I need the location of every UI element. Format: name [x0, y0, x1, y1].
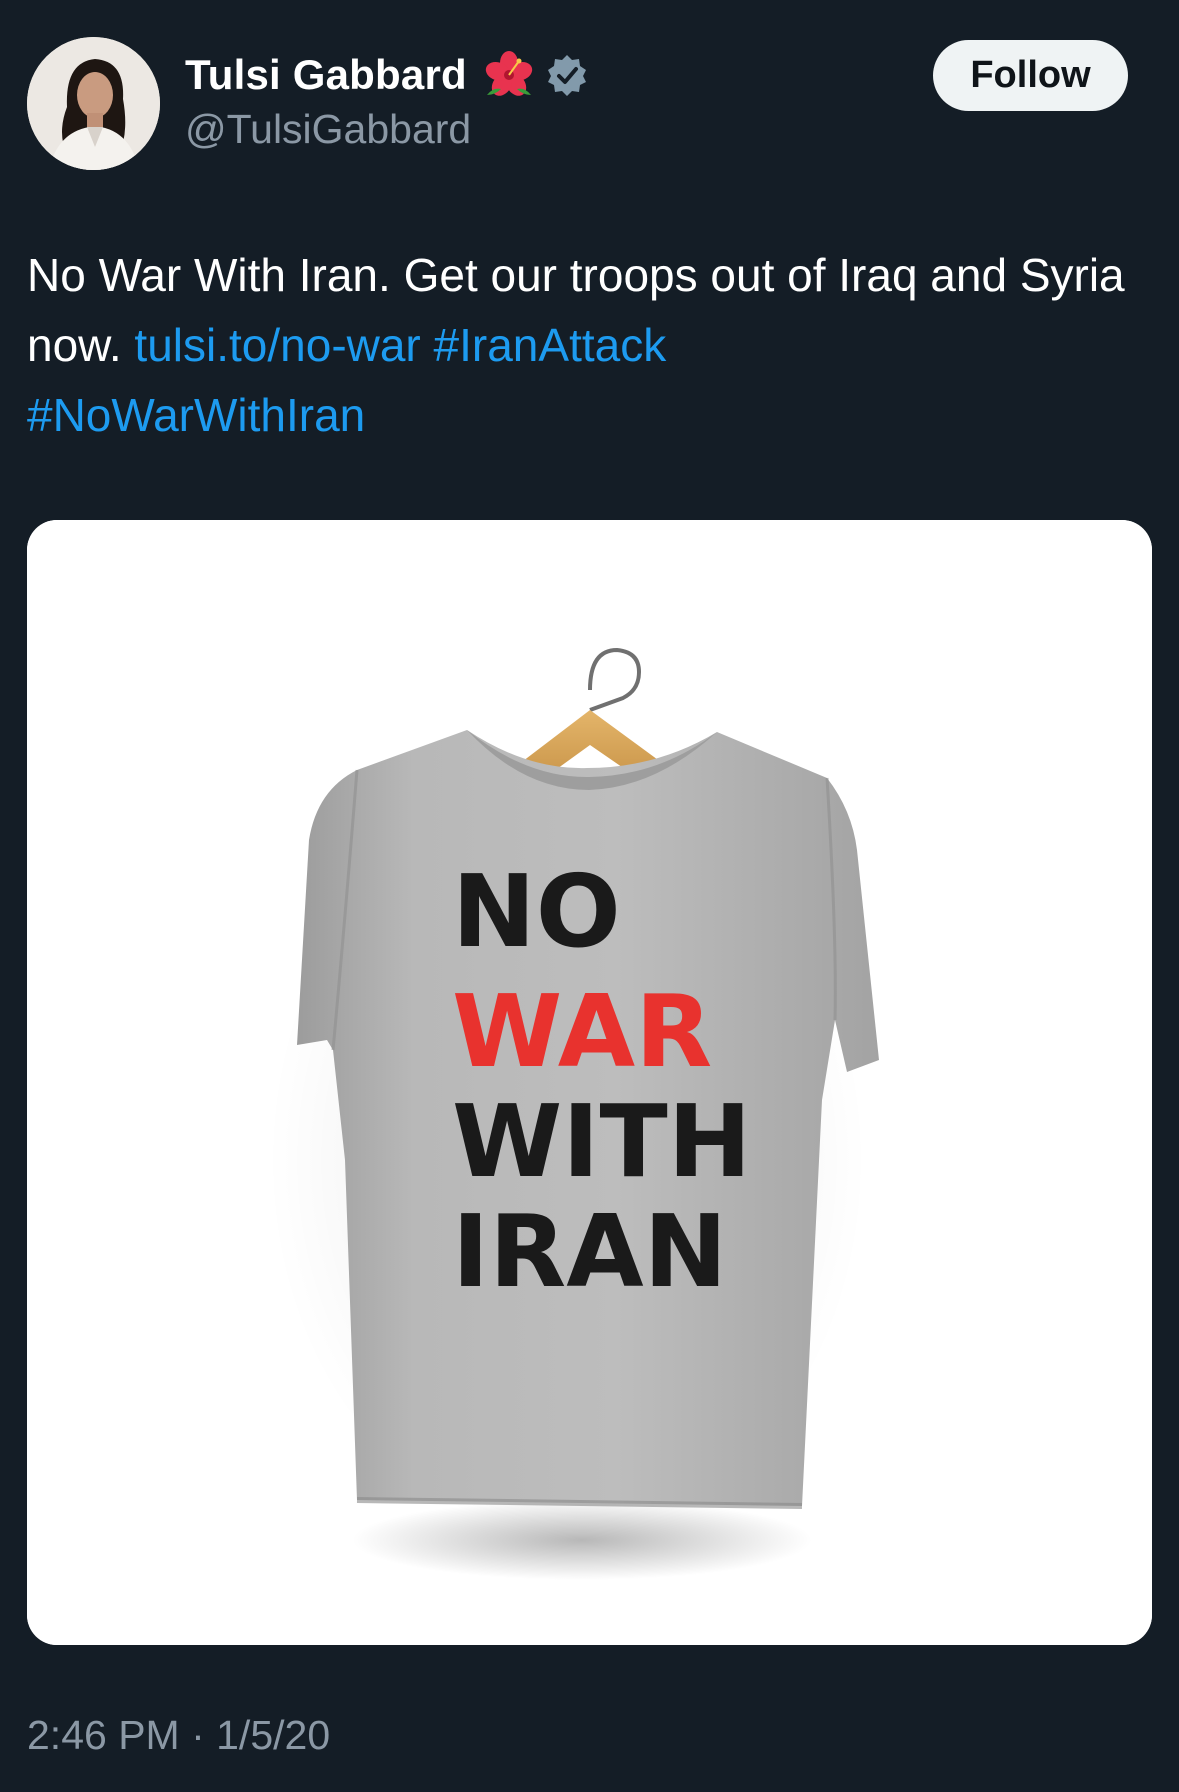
tweet-timestamp[interactable]: 2:46 PM · 1/5/20	[27, 1712, 330, 1759]
tweet: Tulsi Gabbard @TulsiGabbard Follow No Wa…	[0, 0, 1179, 1792]
shirt-text-with: WITH	[452, 1083, 751, 1200]
tweet-link[interactable]: tulsi.to/no-war	[134, 319, 420, 371]
shirt-text-war: WAR	[452, 973, 712, 1090]
follow-button[interactable]: Follow	[933, 40, 1128, 111]
tweet-media[interactable]: NO WAR WITH IRAN	[27, 520, 1152, 1645]
author-name-row: Tulsi Gabbard	[185, 46, 589, 104]
verified-badge-icon	[545, 53, 589, 97]
author-handle[interactable]: @TulsiGabbard	[185, 106, 471, 153]
avatar-image	[27, 37, 160, 170]
avatar[interactable]	[27, 37, 160, 170]
hibiscus-icon	[481, 47, 537, 103]
hashtag-nowarwithiran[interactable]: #NoWarWithIran	[27, 389, 365, 441]
tshirt-photo: NO WAR WITH IRAN	[27, 520, 1152, 1645]
display-name[interactable]: Tulsi Gabbard	[185, 51, 467, 99]
tweet-text: No War With Iran. Get our troops out of …	[27, 240, 1147, 450]
shirt-text-no: NO	[452, 853, 621, 970]
shirt-text-iran: IRAN	[452, 1193, 727, 1310]
hashtag-iranattack[interactable]: #IranAttack	[434, 319, 667, 371]
